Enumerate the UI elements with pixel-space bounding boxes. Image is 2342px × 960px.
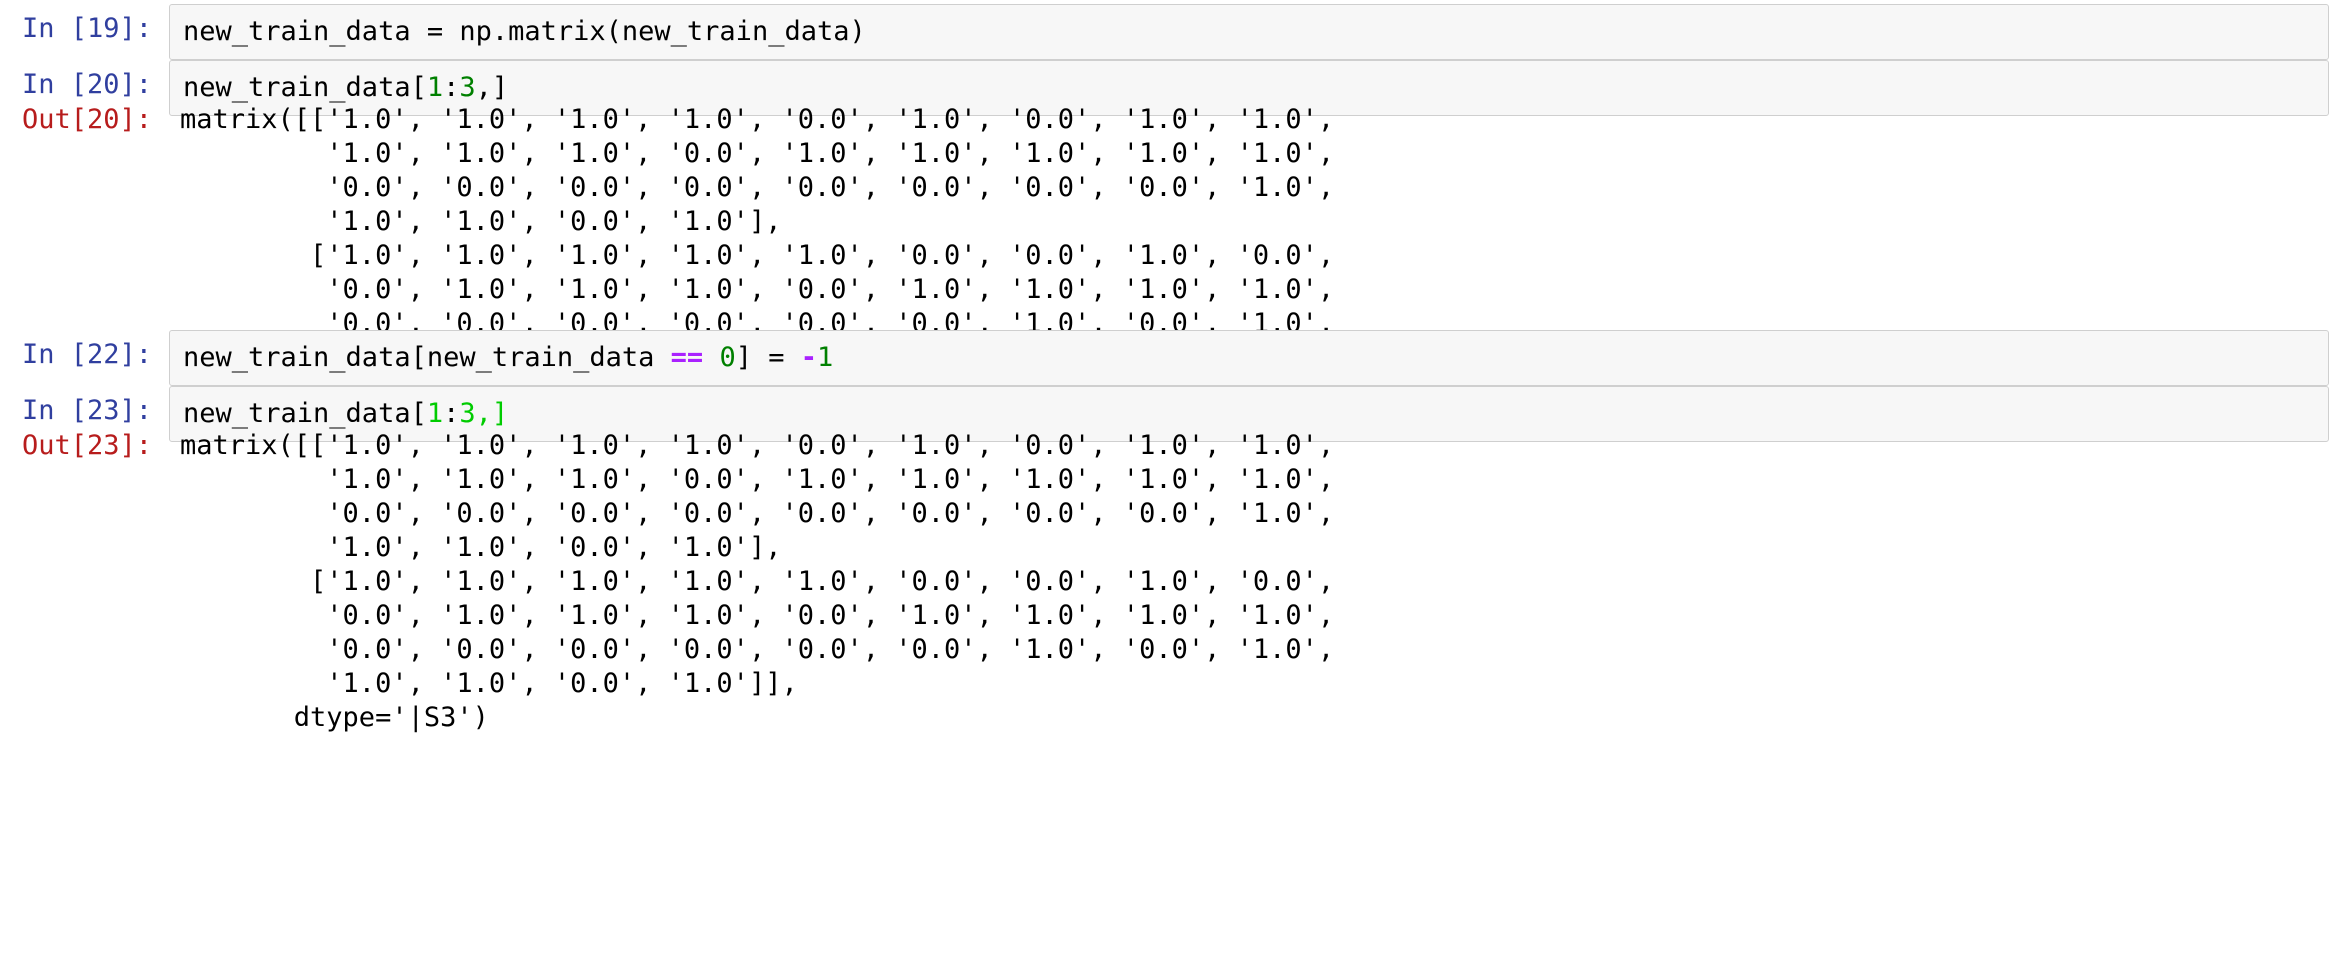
code-number: 1	[426, 72, 444, 103]
code-line: new_train_data[1:3,]	[183, 72, 508, 104]
input-prompt: In [22]:	[22, 339, 153, 370]
input-prompt: In [23]:	[22, 395, 153, 426]
code-line: new_train_data[1:3,]	[183, 398, 508, 430]
code-input[interactable]: new_train_data[new_train_data == 0] = -1	[169, 330, 2329, 386]
code-operator: ==	[670, 342, 704, 373]
code-operator: -	[800, 342, 818, 373]
code-text: new_train_data = np.matrix(new_train_dat…	[183, 16, 866, 47]
code-highlighted-bracket-content: 1	[426, 398, 444, 429]
code-text: new_train_data[	[183, 398, 427, 429]
cell-output: matrix([['1.0', '1.0', '1.0', '1.0', '0.…	[180, 430, 1335, 733]
code-line: new_train_data = np.matrix(new_train_dat…	[183, 16, 866, 48]
input-prompt: In [20]:	[22, 69, 153, 100]
code-text: new_train_data[	[183, 72, 427, 103]
code-highlighted-bracket-content: 3	[459, 398, 476, 429]
output-prompt: Out[23]:	[22, 430, 153, 461]
code-line: new_train_data[new_train_data == 0] = -1	[183, 342, 833, 374]
code-text: :	[443, 398, 460, 429]
code-text: ] =	[735, 342, 801, 373]
code-input[interactable]: new_train_data = np.matrix(new_train_dat…	[169, 4, 2329, 60]
code-highlighted-bracket: ,]	[475, 398, 509, 429]
code-text: new_train_data[new_train_data	[183, 342, 671, 373]
code-text: ,]	[475, 72, 509, 103]
code-number: 3	[459, 72, 476, 103]
input-prompt: In [19]:	[22, 13, 153, 44]
code-text: :	[443, 72, 460, 103]
output-prompt: Out[20]:	[22, 104, 153, 135]
code-number: 1	[817, 342, 834, 373]
code-number: 0	[719, 342, 736, 373]
